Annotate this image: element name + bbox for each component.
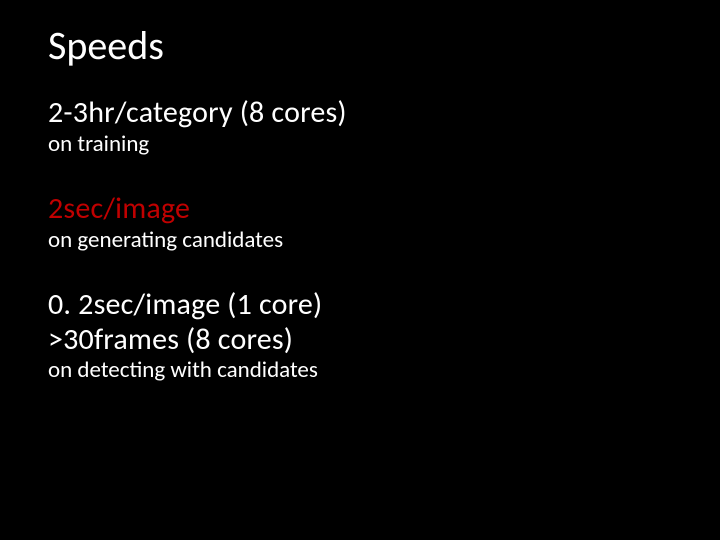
speed-block-training: 2-3hr/category (8 cores) on training	[48, 96, 672, 158]
speed-headline: 2sec/image	[48, 192, 672, 227]
speed-subtext: on detecting with candidates	[48, 357, 672, 385]
speed-subtext: on training	[48, 131, 672, 159]
speed-headline: 2-3hr/category (8 cores)	[48, 96, 672, 131]
speed-block-detecting: 0. 2sec/image (1 core) >30frames (8 core…	[48, 288, 672, 385]
speed-headline: >30frames (8 cores)	[48, 323, 672, 358]
slide: Speeds 2-3hr/category (8 cores) on train…	[0, 0, 720, 540]
speed-subtext: on generating candidates	[48, 227, 672, 255]
speed-headline: 0. 2sec/image (1 core)	[48, 288, 672, 323]
slide-title: Speeds	[48, 24, 672, 68]
speed-block-candidates: 2sec/image on generating candidates	[48, 192, 672, 254]
